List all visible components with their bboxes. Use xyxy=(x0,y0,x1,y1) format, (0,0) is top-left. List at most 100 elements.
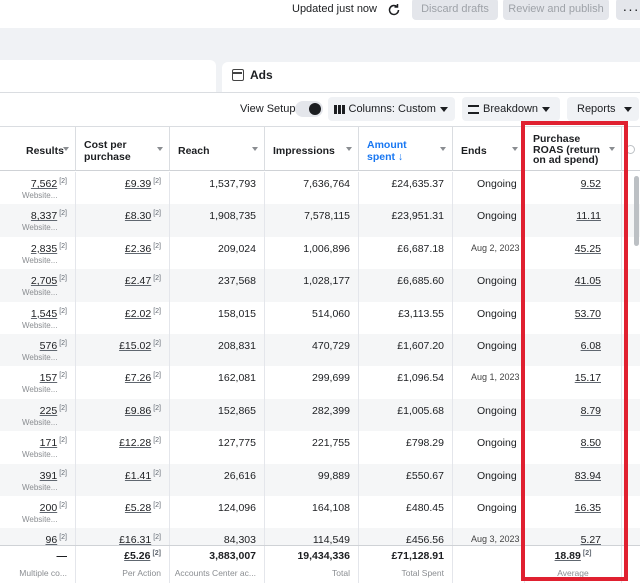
purchase-roas-value[interactable]: 16.35 xyxy=(575,502,601,514)
impressions-value: 282,399 xyxy=(312,404,350,417)
cost-per-purchase-value[interactable]: £9.86 xyxy=(125,405,151,417)
column-header-results[interactable]: Results xyxy=(0,127,76,171)
cost-per-purchase-cell: £9.39 [2] xyxy=(76,172,170,205)
table-row[interactable]: 576 [2] Website... £15.02 [2] 208,831 470,729 £… xyxy=(0,334,640,367)
column-header-amount-spent[interactable]: Amount spent ↓ xyxy=(359,127,453,171)
more-options-button[interactable]: ··· xyxy=(616,0,640,20)
cost-per-purchase-value[interactable]: £7.26 xyxy=(125,372,151,384)
table-row[interactable]: 8,337 [2] Website... £8.30 [2] 1,908,735 7,578… xyxy=(0,204,640,237)
cost-per-purchase-value[interactable]: £9.39 xyxy=(125,178,151,190)
footer-results: — Multiple co... xyxy=(0,546,76,583)
table-row[interactable]: 2,835 [2] Website... £2.36 [2] 209,024 1,006,8… xyxy=(0,236,640,270)
results-cell: 8,337 [2] Website... xyxy=(0,204,76,237)
impressions-cell: 514,060 xyxy=(265,301,359,334)
results-value[interactable]: 2,835 xyxy=(31,243,57,255)
results-value[interactable]: 171 xyxy=(40,437,58,449)
purchase-roas-cell: 41.05 xyxy=(525,269,622,302)
results-cell: 7,562 [2] Website... xyxy=(0,172,76,205)
impressions-value: 514,060 xyxy=(312,307,350,320)
column-header-cost-per-purchase[interactable]: Cost per purchase xyxy=(76,127,170,171)
reach-value: 127,775 xyxy=(218,437,256,450)
spent-cell: £6,685.60 xyxy=(359,269,453,302)
reach-value: 152,865 xyxy=(218,404,256,417)
purchase-roas-value[interactable]: 41.05 xyxy=(575,275,601,287)
purchase-roas-value[interactable]: 83.94 xyxy=(575,470,601,482)
table-row[interactable]: 157 [2] Website... £7.26 [2] 162,081 299,699 £1… xyxy=(0,366,640,399)
cost-per-purchase-value[interactable]: £2.36 xyxy=(125,243,151,255)
results-value[interactable]: 225 xyxy=(40,405,58,417)
purchase-roas-value[interactable]: 8.79 xyxy=(581,405,601,417)
reports-label: Reports xyxy=(577,103,616,115)
ends-cell: Ongoing xyxy=(453,269,525,302)
results-cell: 157 [2] Website... xyxy=(0,366,76,399)
cost-per-purchase-value[interactable]: £12.28 xyxy=(119,437,151,449)
table-row[interactable]: 7,562 [2] Website... £9.39 [2] 1,537,793 7,636… xyxy=(0,172,640,205)
cost-per-purchase-value[interactable]: £2.47 xyxy=(125,275,151,287)
table-row[interactable]: 200 [2] Website... £5.28 [2] 124,096 164,108 £4… xyxy=(0,496,640,529)
cost-per-purchase-value[interactable]: £1.41 xyxy=(125,470,151,482)
columns-icon xyxy=(334,104,345,114)
purchase-roas-value[interactable]: 15.17 xyxy=(575,372,601,384)
purchase-roas-cell: 9.52 xyxy=(525,172,622,205)
table-row[interactable]: 1,545 [2] Website... £2.02 [2] 158,015 514,060… xyxy=(0,301,640,334)
cost-per-purchase-value[interactable]: £5.28 xyxy=(125,502,151,514)
breakdown-dropdown[interactable]: Breakdown xyxy=(462,97,560,121)
results-value[interactable]: 7,562 xyxy=(31,178,57,190)
purchase-roas-value[interactable]: 53.70 xyxy=(575,308,601,320)
view-setup-toggle[interactable] xyxy=(295,101,323,117)
view-setup-label: View Setup xyxy=(240,103,296,115)
column-header-reach[interactable]: Reach xyxy=(170,127,265,171)
add-column-icon[interactable] xyxy=(626,145,635,154)
cost-per-purchase-cell: £8.30 [2] xyxy=(76,204,170,237)
results-value[interactable]: 1,545 xyxy=(31,308,57,320)
purchase-roas-value[interactable]: 45.25 xyxy=(575,243,601,255)
ads-panel-header[interactable]: Ads xyxy=(222,62,640,92)
results-value[interactable]: 576 xyxy=(40,340,58,352)
discard-drafts-button[interactable]: Discard drafts xyxy=(412,0,498,20)
result-type-label: Website... xyxy=(22,417,58,427)
spent-value: £550.67 xyxy=(406,469,444,482)
table-row[interactable]: 225 [2] Website... £9.86 [2] 152,865 282,399 £1… xyxy=(0,398,640,432)
results-value[interactable]: 200 xyxy=(40,502,58,514)
row-spacer xyxy=(622,366,640,398)
vertical-scrollbar[interactable] xyxy=(634,176,639,246)
column-header-label: Purchase ROAS (return on ad spend) xyxy=(533,133,601,166)
purchase-roas-value[interactable]: 9.52 xyxy=(581,178,601,190)
results-value[interactable]: 2,705 xyxy=(31,275,57,287)
row-spacer xyxy=(622,302,640,334)
table-row[interactable]: 2,705 [2] Website... £2.47 [2] 237,568 1,028,1… xyxy=(0,269,640,302)
columns-dropdown[interactable]: Columns: Custom xyxy=(328,97,455,121)
cost-per-purchase-value[interactable]: £2.02 xyxy=(125,308,151,320)
ends-cell: Aug 2, 2023 xyxy=(453,236,525,270)
cost-per-purchase-cell: £2.02 [2] xyxy=(76,301,170,334)
footnote-marker: [2] xyxy=(59,534,67,542)
reach-cell: 26,616 xyxy=(170,463,265,496)
results-value[interactable]: 391 xyxy=(40,470,58,482)
footnote-marker: [2] xyxy=(153,275,161,283)
results-cell: 225 [2] Website... xyxy=(0,398,76,432)
results-value[interactable]: 8,337 xyxy=(31,210,57,222)
impressions-cell: 7,636,764 xyxy=(265,172,359,205)
spent-cell: £6,687.18 xyxy=(359,236,453,270)
column-header-ends[interactable]: Ends xyxy=(453,127,525,171)
column-header-purchase-roas[interactable]: Purchase ROAS (return on ad spend) xyxy=(525,127,622,171)
impressions-value: 1,028,177 xyxy=(303,275,350,288)
purchase-roas-value[interactable]: 11.11 xyxy=(576,210,601,222)
cost-per-purchase-value[interactable]: £8.30 xyxy=(125,210,151,222)
breakdown-label: Breakdown xyxy=(483,103,539,115)
cost-per-purchase-value[interactable]: £15.02 xyxy=(119,340,151,352)
refresh-icon[interactable] xyxy=(383,0,405,20)
table-row[interactable]: 391 [2] Website... £1.41 [2] 26,616 99,889 £550… xyxy=(0,463,640,496)
review-and-publish-button[interactable]: Review and publish xyxy=(503,0,609,20)
purchase-roas-cell: 15.17 xyxy=(525,366,622,399)
table-row[interactable]: 171 [2] Website... £12.28 [2] 127,775 221,755 £… xyxy=(0,431,640,464)
purchase-roas-value[interactable]: 6.08 xyxy=(581,340,601,352)
reports-dropdown[interactable]: Reports xyxy=(567,97,639,121)
results-cell: 2,705 [2] Website... xyxy=(0,269,76,302)
results-value[interactable]: 157 xyxy=(40,372,58,384)
footnote-marker: [2] xyxy=(153,178,161,185)
cost-per-purchase-cell: £1.41 [2] xyxy=(76,463,170,496)
column-header-impressions[interactable]: Impressions xyxy=(265,127,359,171)
purchase-roas-value[interactable]: 8.50 xyxy=(581,437,601,449)
results-cell: 171 [2] Website... xyxy=(0,431,76,464)
